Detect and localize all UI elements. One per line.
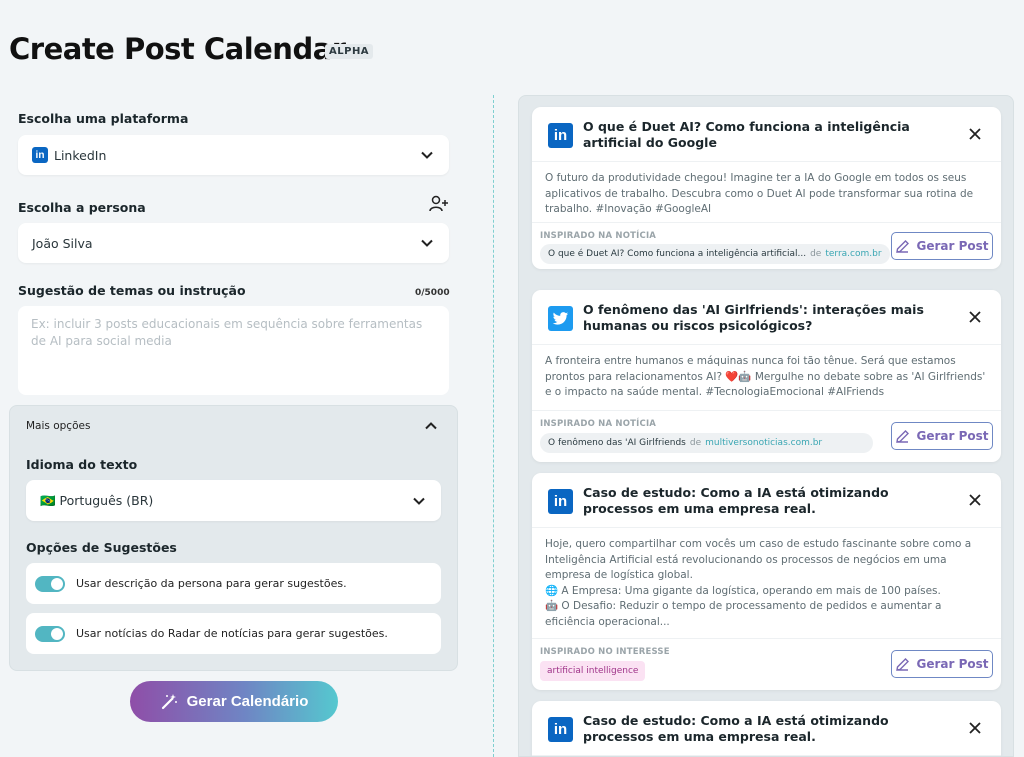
news-title: O fenômeno das 'AI Girlfriends bbox=[548, 438, 686, 448]
linkedin-icon: in bbox=[548, 717, 573, 742]
linkedin-icon: in bbox=[32, 147, 48, 163]
card-title: Caso de estudo: Como a IA está otimizand… bbox=[583, 713, 889, 744]
post-card: in O que é Duet AI? Como funciona a inte… bbox=[532, 107, 1001, 269]
news-source: multiversonoticias.com.br bbox=[705, 438, 823, 448]
generate-post-label: Gerar Post bbox=[916, 239, 989, 253]
alpha-badge: ALPHA bbox=[325, 44, 374, 59]
chevron-up-icon[interactable] bbox=[425, 422, 437, 430]
more-options-panel: Mais opções Idioma do texto 🇧🇷 Português… bbox=[9, 405, 458, 671]
generate-calendar-label: Gerar Calendário bbox=[186, 693, 309, 710]
platform-label: Escolha uma plataforma bbox=[18, 111, 189, 126]
news-chip[interactable]: O que é Duet AI? Como funciona a intelig… bbox=[540, 244, 890, 264]
inspired-label: INSPIRADO NA NOTÍCIA bbox=[540, 231, 657, 241]
chevron-down-icon bbox=[421, 151, 433, 159]
news-radar-toggle[interactable] bbox=[35, 625, 65, 642]
news-chip[interactable]: O fenômeno das 'AI Girlfriends de multiv… bbox=[540, 433, 873, 453]
add-user-icon[interactable] bbox=[429, 195, 449, 213]
persona-select[interactable]: João Silva bbox=[18, 223, 449, 263]
close-icon[interactable] bbox=[969, 128, 981, 140]
pencil-icon bbox=[896, 429, 910, 443]
inspired-label: INSPIRADO NO INTERESSE bbox=[540, 647, 670, 657]
themes-label: Sugestão de temas ou instrução bbox=[18, 283, 246, 298]
persona-description-toggle-row: Usar descrição da persona para gerar sug… bbox=[26, 563, 441, 604]
twitter-icon bbox=[548, 306, 573, 331]
page-title: Create Post Calendar bbox=[9, 32, 346, 66]
post-card: in Caso de estudo: Como a IA está otimiz… bbox=[532, 701, 1001, 756]
platform-select[interactable]: in LinkedIn bbox=[18, 135, 449, 175]
persona-description-toggle-label: Usar descrição da persona para gerar sug… bbox=[76, 577, 347, 590]
close-icon[interactable] bbox=[969, 494, 981, 506]
post-card: O fenômeno das 'AI Girlfriends': interaç… bbox=[532, 290, 1001, 462]
generate-post-label: Gerar Post bbox=[916, 657, 989, 671]
card-body: O futuro da produtividade chegou! Imagin… bbox=[545, 172, 974, 215]
linkedin-icon: in bbox=[548, 489, 573, 514]
card-title: O fenômeno das 'AI Girlfriends': interaç… bbox=[583, 302, 924, 333]
news-radar-toggle-row: Usar notícias do Radar de notícias para … bbox=[26, 613, 441, 654]
news-source: terra.com.br bbox=[825, 249, 882, 259]
news-de: de bbox=[810, 249, 822, 259]
generate-post-label: Gerar Post bbox=[916, 429, 989, 443]
chevron-down-icon bbox=[413, 497, 425, 505]
language-select[interactable]: 🇧🇷 Português (BR) bbox=[26, 480, 441, 521]
card-body-line: 🌐 A Empresa: Uma gigante da logística, o… bbox=[545, 584, 941, 597]
magic-wand-icon bbox=[161, 693, 177, 709]
persona-description-toggle[interactable] bbox=[35, 575, 65, 592]
generate-post-button[interactable]: Gerar Post bbox=[891, 650, 993, 678]
news-de: de bbox=[689, 438, 702, 448]
persona-value: João Silva bbox=[32, 235, 93, 251]
news-radar-toggle-label: Usar notícias do Radar de notícias para … bbox=[76, 627, 388, 640]
column-divider bbox=[493, 95, 494, 757]
char-counter: 0/5000 bbox=[415, 288, 450, 298]
card-body: Hoje, quero compartilhar com vocês um ca… bbox=[532, 528, 1001, 630]
card-body: A fronteira entre humanos e máquinas nun… bbox=[545, 355, 986, 398]
language-value: 🇧🇷 Português (BR) bbox=[40, 492, 154, 508]
platform-value: LinkedIn bbox=[54, 147, 107, 163]
inspired-label: INSPIRADO NA NOTÍCIA bbox=[540, 419, 657, 429]
pencil-icon bbox=[896, 657, 910, 671]
chevron-down-icon bbox=[421, 239, 433, 247]
persona-label: Escolha a persona bbox=[18, 200, 146, 215]
card-title: O que é Duet AI? Como funciona a intelig… bbox=[583, 119, 910, 150]
generate-calendar-button[interactable]: Gerar Calendário bbox=[130, 681, 338, 722]
more-options-title[interactable]: Mais opções bbox=[26, 420, 90, 432]
card-title: Caso de estudo: Como a IA está otimizand… bbox=[583, 485, 889, 516]
close-icon[interactable] bbox=[969, 311, 981, 323]
interest-tag[interactable]: artificial intelligence bbox=[540, 661, 646, 681]
suggestions-label: Opções de Sugestões bbox=[26, 540, 177, 555]
pencil-icon bbox=[896, 239, 910, 253]
themes-textarea[interactable]: Ex: incluir 3 posts educacionais em sequ… bbox=[18, 306, 449, 395]
linkedin-icon: in bbox=[548, 123, 573, 148]
news-title: O que é Duet AI? Como funciona a intelig… bbox=[548, 249, 807, 259]
generate-post-button[interactable]: Gerar Post bbox=[891, 232, 993, 260]
close-icon[interactable] bbox=[969, 722, 981, 734]
post-card: in Caso de estudo: Como a IA está otimiz… bbox=[532, 473, 1001, 690]
card-body-line: Hoje, quero compartilhar com vocês um ca… bbox=[545, 538, 972, 581]
language-label: Idioma do texto bbox=[26, 457, 138, 472]
suggestions-panel: in O que é Duet AI? Como funciona a inte… bbox=[518, 95, 1014, 757]
card-body-line: 🤖 O Desafio: Reduzir o tempo de processa… bbox=[545, 600, 942, 628]
generate-post-button[interactable]: Gerar Post bbox=[891, 422, 993, 450]
